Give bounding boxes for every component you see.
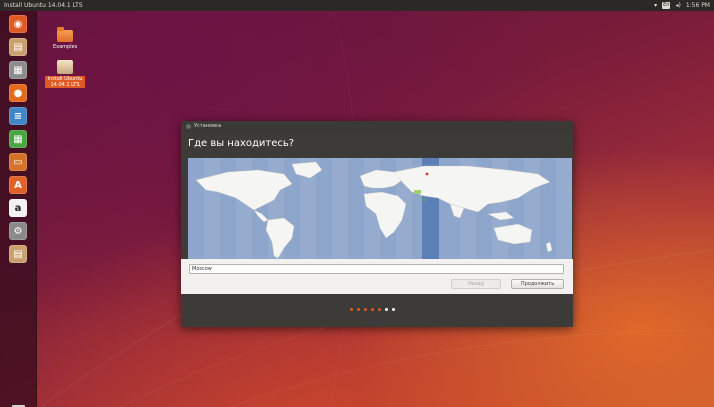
- page-heading: Где вы находитесь?: [188, 138, 295, 149]
- progress-dot: [357, 308, 360, 311]
- progress-dot: [378, 308, 381, 311]
- installer-icon: [57, 60, 73, 74]
- volume-icon[interactable]: ◂): [675, 0, 680, 11]
- file-manager-icon[interactable]: ▦: [9, 61, 27, 79]
- firefox-icon[interactable]: ●: [9, 84, 27, 102]
- region-marker: [422, 198, 426, 202]
- location-section: Назад Продолжить: [181, 259, 573, 294]
- top-panel: Install Ubuntu 14.04.1 LTS ▾ En ◂) 1:56 …: [0, 0, 714, 11]
- folder-icon: [57, 27, 73, 42]
- installer-window: Установка Где вы находитесь? Moscow Наза…: [181, 121, 573, 327]
- region-highlight: [414, 190, 421, 194]
- progress-dot: [371, 308, 374, 311]
- installer-running-icon[interactable]: ▤: [9, 245, 27, 263]
- libreoffice-impress-icon[interactable]: ▭: [9, 153, 27, 171]
- ubuntu-logo-icon[interactable]: ◉: [9, 15, 27, 33]
- libreoffice-calc-icon[interactable]: ▦: [9, 130, 27, 148]
- indicator-area: ▾ En ◂) 1:56 PM: [654, 0, 710, 11]
- timezone-map[interactable]: [188, 158, 572, 259]
- window-title: Установка: [194, 123, 222, 129]
- progress-dot: [392, 308, 395, 311]
- software-center-icon[interactable]: A: [9, 176, 27, 194]
- libreoffice-writer-icon[interactable]: ≡: [9, 107, 27, 125]
- window-footer: [181, 294, 573, 327]
- desktop-icon-label: Examples: [53, 44, 78, 50]
- amazon-icon[interactable]: a: [9, 199, 27, 217]
- clock[interactable]: 1:56 PM: [686, 0, 710, 11]
- system-settings-icon[interactable]: ⚙: [9, 222, 27, 240]
- installer-icon[interactable]: ▤: [9, 38, 27, 56]
- location-pin-icon: [425, 172, 429, 176]
- back-button[interactable]: Назад: [451, 279, 501, 289]
- close-icon[interactable]: [186, 124, 191, 129]
- progress-dot: [385, 308, 388, 311]
- desktop-icon-examples[interactable]: Examples: [53, 27, 78, 50]
- progress-dot: [364, 308, 367, 311]
- desktop-icon-install-ubuntu[interactable]: Install Ubuntu 14.04.1 LTS: [45, 60, 85, 88]
- keyboard-layout-indicator[interactable]: En: [662, 2, 671, 9]
- continue-button[interactable]: Продолжить: [511, 279, 564, 289]
- active-window-title: Install Ubuntu 14.04.1 LTS: [4, 2, 83, 9]
- network-icon[interactable]: ▾: [654, 0, 657, 11]
- window-titlebar[interactable]: Установка: [181, 121, 573, 132]
- location-input[interactable]: [189, 264, 564, 274]
- desktop-icon-label: Install Ubuntu 14.04.1 LTS: [45, 76, 85, 88]
- progress-dots: [350, 308, 395, 311]
- world-map-graphic: [188, 158, 572, 259]
- progress-dot: [350, 308, 353, 311]
- launcher: ◉ ▤ ▦ ● ≡ ▦ ▭ A a ⚙ ▤: [0, 11, 37, 407]
